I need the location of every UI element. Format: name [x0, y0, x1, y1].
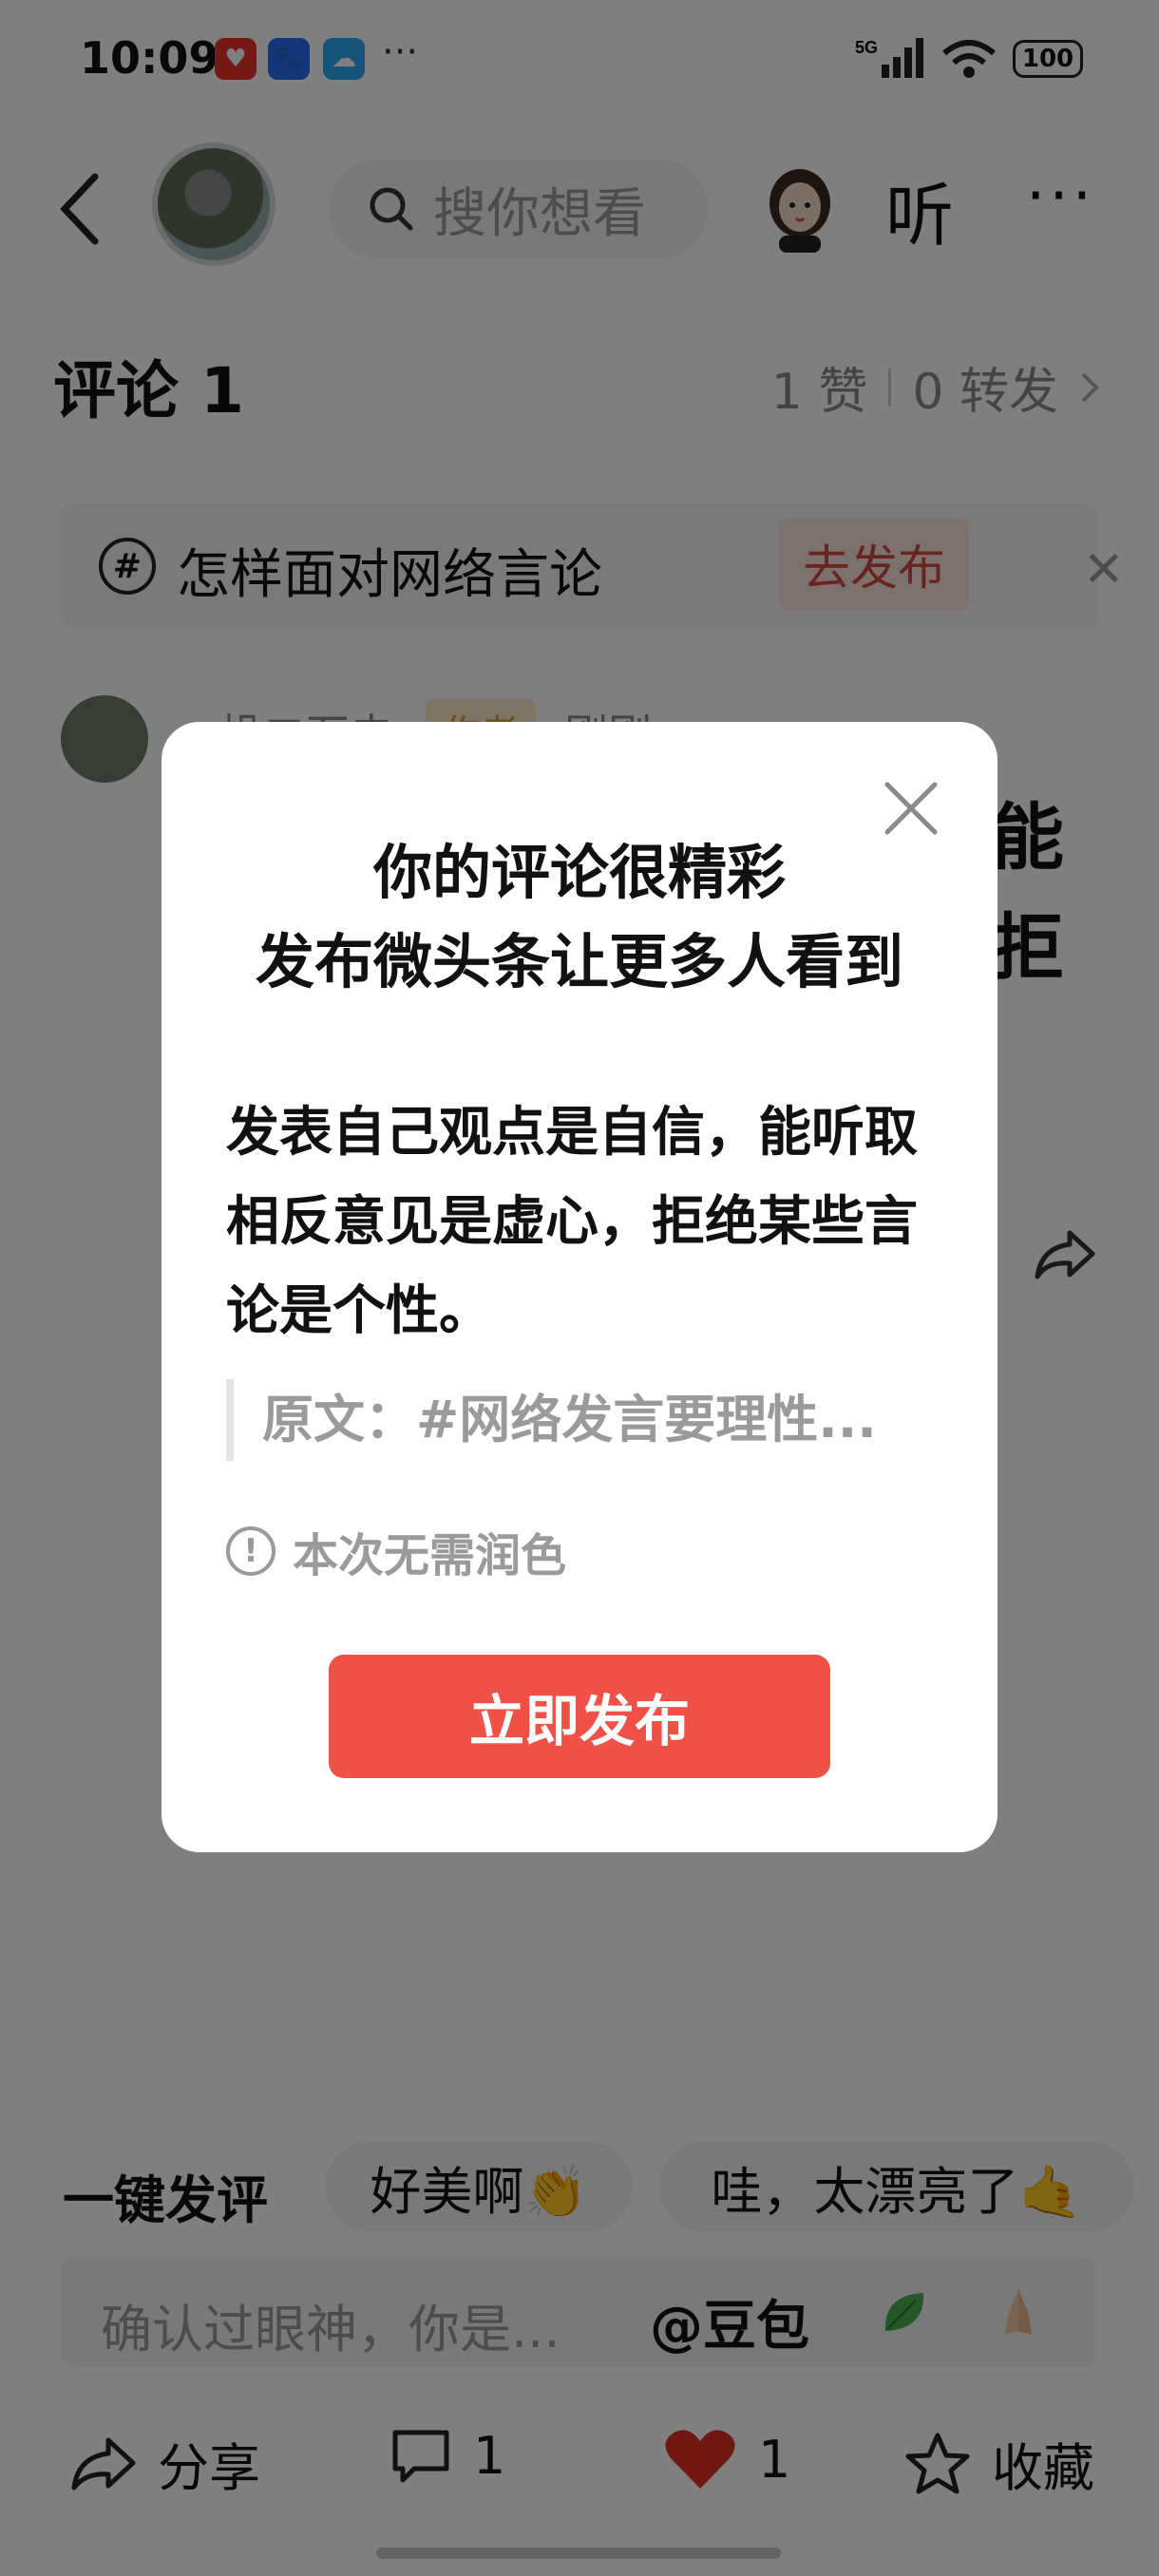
info-icon: ! [226, 1526, 276, 1576]
dialog-title: 你的评论很精彩 发布微头条让更多人看到 [162, 828, 998, 1007]
publish-now-button[interactable]: 立即发布 [329, 1655, 830, 1778]
suggested-post-text: 发表自己观点是自信，能听取相反意见是虚心，拒绝某些言论是个性。 [226, 1102, 918, 1342]
dialog-title-line: 你的评论很精彩 [372, 838, 786, 907]
publish-suggestion-dialog: 你的评论很精彩 发布微头条让更多人看到 发表自己观点是自信，能听取相反意见是虚心… [162, 722, 998, 1852]
dialog-title-line: 发布微头条让更多人看到 [255, 927, 903, 996]
polish-hint: ! 本次无需润色 [226, 1518, 566, 1584]
original-quote: 原文：#网络发言要理性... [226, 1379, 948, 1461]
hint-text: 本次无需润色 [293, 1529, 567, 1582]
